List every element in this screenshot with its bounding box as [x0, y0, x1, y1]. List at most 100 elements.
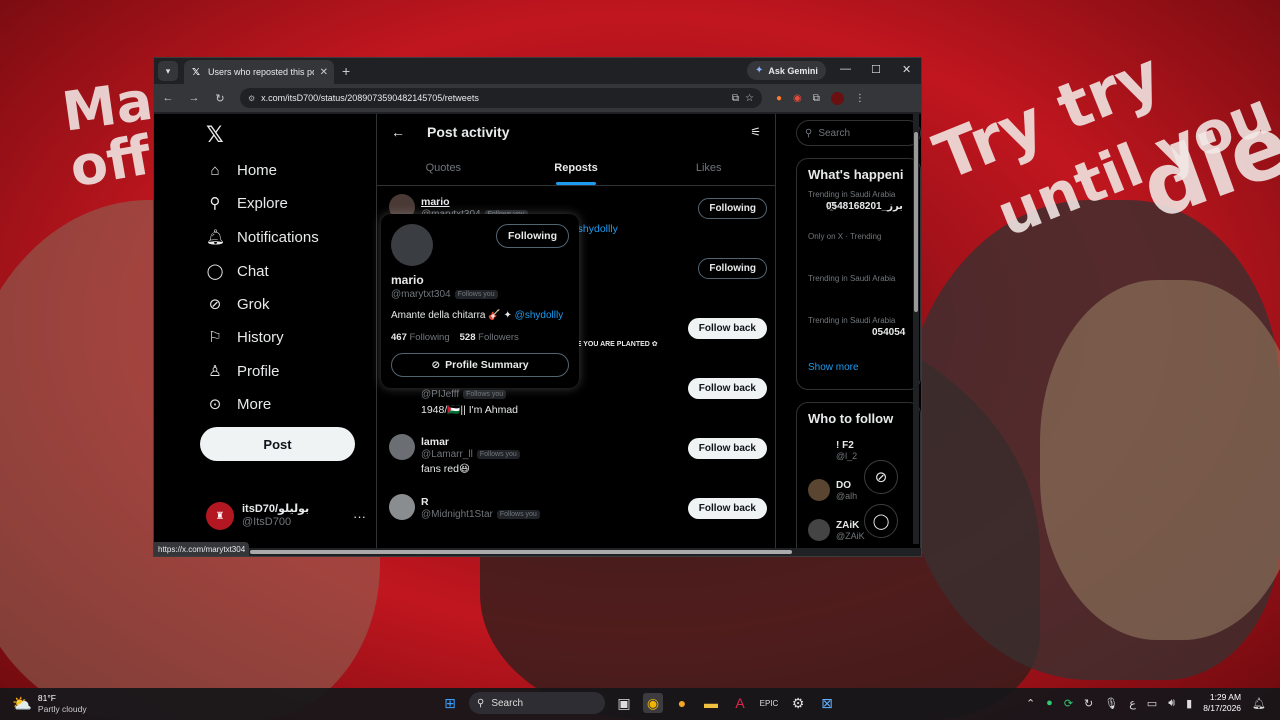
show-more-link[interactable]: Show more — [797, 356, 920, 383]
trend-item[interactable]: Only on X · Trending — [797, 228, 920, 270]
post-button[interactable]: Post — [200, 427, 355, 461]
minimize-button[interactable]: — — [840, 63, 851, 75]
weather-widget[interactable]: ⛅ 81°F Partly cloudy — [12, 693, 87, 715]
user-handle: @PIJefff — [421, 389, 460, 400]
list-item[interactable]: lamar @Lamarr_ll Follows you fans red😆 F… — [377, 426, 777, 486]
tab-search-button[interactable]: ▾ — [158, 61, 178, 81]
back-arrow-icon[interactable]: ← — [391, 124, 405, 140]
more-circle-icon: ⊙ — [208, 396, 222, 413]
browser-tab[interactable]: 𝕏 Users who reposted this post / X ✕ — [184, 60, 334, 84]
microphone-icon[interactable]: 🎙︎ — [1104, 697, 1118, 710]
language-indicator[interactable]: ع — [1129, 697, 1136, 710]
follow-back-button[interactable]: Follow back — [687, 318, 767, 339]
scrollbar-thumb[interactable] — [914, 132, 918, 312]
chevron-up-icon[interactable]: ⌃ — [1026, 697, 1035, 710]
chat-app-icon[interactable]: ● — [672, 693, 692, 713]
avatar[interactable] — [808, 439, 830, 461]
horizontal-scrollbar[interactable] — [250, 550, 792, 554]
sync-icon[interactable]: ⟳ — [1064, 697, 1073, 710]
follow-back-button[interactable]: Follow back — [687, 378, 767, 399]
close-tab-icon[interactable]: ✕ — [320, 67, 328, 78]
volume-icon[interactable]: 🔊︎ — [1168, 697, 1175, 710]
grok-float-button[interactable]: ⊘ — [864, 460, 898, 494]
user-name[interactable]: lamar — [421, 436, 449, 448]
extension-orange-icon[interactable]: ● — [776, 93, 782, 104]
reload-icon[interactable]: ↻ — [214, 92, 226, 105]
tab-quotes[interactable]: Quotes — [377, 150, 510, 185]
bookmark-star-icon[interactable]: ☆ — [745, 93, 754, 104]
suggestion-item[interactable]: DO @alh — [797, 470, 920, 510]
profile-summary-button[interactable]: ⊘ Profile Summary — [391, 353, 569, 377]
maximize-button[interactable]: ☐ — [871, 63, 881, 76]
avatar[interactable] — [389, 434, 415, 460]
tab-reposts[interactable]: Reposts — [510, 150, 643, 185]
tab-likes[interactable]: Likes — [642, 150, 775, 185]
nav-chat[interactable]: ◯ Chat — [206, 259, 269, 283]
x-logo-icon[interactable]: 𝕏 — [206, 122, 224, 148]
install-app-icon[interactable]: ⧉ — [732, 93, 739, 104]
refresh-icon[interactable]: ↻ — [1084, 697, 1093, 710]
search-input[interactable]: ⚲ Search — [796, 120, 921, 146]
battery-icon[interactable]: ▮ — [1186, 697, 1192, 710]
grok-icon: ⊘ — [208, 296, 222, 313]
hovercard-name[interactable]: mario — [391, 273, 424, 287]
nav-notifications[interactable]: 🔔︎ Notifications — [206, 225, 319, 249]
following-button[interactable]: Following — [698, 258, 767, 279]
following-button[interactable]: Following — [698, 198, 767, 219]
filter-settings-icon[interactable]: ⚟ — [750, 125, 761, 139]
epic-games-icon[interactable]: EPIC — [759, 693, 779, 713]
network-icon[interactable]: ▭ — [1147, 697, 1157, 710]
user-name[interactable]: R — [421, 496, 429, 508]
nav-more[interactable]: ⊙ More — [206, 392, 271, 416]
nav-history[interactable]: ⚐ History — [206, 325, 283, 349]
extensions-area: ● ◉ ⧉ ⋮ — [776, 91, 865, 105]
ask-gemini-button[interactable]: ✦ Ask Gemini — [747, 61, 826, 80]
new-tab-button[interactable]: + — [342, 63, 350, 79]
file-explorer-icon[interactable]: ▬ — [701, 693, 721, 713]
address-bar[interactable]: ⚙ x.com/itsD700/status/20890735904821457… — [240, 88, 762, 108]
trend-item[interactable]: Trending in Saudi Arabia — [797, 270, 920, 312]
close-window-button[interactable]: ✕ — [902, 63, 911, 76]
affinity-app-icon[interactable]: A — [730, 693, 750, 713]
avatar[interactable] — [389, 494, 415, 520]
nav-explore[interactable]: ⚲ Explore — [206, 191, 288, 215]
extensions-puzzle-icon[interactable]: ⧉ — [813, 93, 820, 104]
following-button[interactable]: Following — [496, 224, 569, 248]
extension-red-icon[interactable]: ◉ — [793, 93, 802, 104]
trend-item[interactable]: Trending in Saudi Arabia 0҈548168201_برز — [797, 186, 920, 228]
start-windows-icon[interactable]: ⊞ — [440, 693, 460, 713]
account-switcher[interactable]: ♜ itsD70/بوليلو @ItsD700 ··· — [206, 502, 366, 530]
task-view-icon[interactable]: ▣ — [614, 693, 634, 713]
site-info-icon[interactable]: ⚙ — [248, 94, 255, 103]
nav-home[interactable]: ⌂ Home — [206, 158, 277, 182]
user-name[interactable]: mario — [421, 196, 450, 208]
avatar[interactable] — [808, 519, 830, 541]
avatar[interactable] — [808, 479, 830, 501]
notifications-bell-icon[interactable]: 🔔︎ — [1252, 697, 1266, 710]
profile-avatar-icon[interactable] — [830, 91, 844, 105]
forward-arrow-icon[interactable]: → — [188, 92, 200, 104]
steam-icon[interactable]: ⚙ — [788, 693, 808, 713]
vertical-scrollbar[interactable] — [913, 114, 919, 544]
follow-back-button[interactable]: Follow back — [687, 498, 767, 519]
clock[interactable]: 1:29 AM 8/17/2026 — [1203, 692, 1241, 714]
taskbar-search[interactable]: ⚲ Search — [469, 692, 605, 714]
hovercard-bio-link[interactable]: @shydollly — [515, 310, 564, 321]
nav-profile[interactable]: ♙ Profile — [206, 359, 279, 383]
follow-back-button[interactable]: Follow back — [687, 438, 767, 459]
suggestion-item[interactable]: ZAiK @ZAiK — [797, 510, 920, 548]
following-stat[interactable]: 467 Following — [391, 332, 450, 343]
suggestion-item[interactable]: ! F2 @l_2 — [797, 430, 920, 470]
avatar[interactable] — [391, 224, 433, 266]
chat-float-button[interactable]: ◯ — [864, 504, 898, 538]
trend-item[interactable]: Trending in Saudi Arabia 054054 — [797, 312, 920, 356]
list-item[interactable]: R @Midnight1Star Follows you Follow back — [377, 486, 777, 546]
browser-menu-icon[interactable]: ⋮ — [855, 93, 865, 104]
followers-stat[interactable]: 528 Followers — [460, 332, 519, 343]
nav-grok[interactable]: ⊘ Grok — [206, 292, 270, 316]
chrome-icon[interactable]: ◉ — [643, 693, 663, 713]
status-dot-icon[interactable]: ● — [1046, 697, 1053, 709]
trend-context: Trending in Saudi Arabia — [808, 316, 896, 325]
back-arrow-icon[interactable]: ← — [162, 92, 174, 104]
xbox-app-icon[interactable]: ⊠ — [817, 693, 837, 713]
